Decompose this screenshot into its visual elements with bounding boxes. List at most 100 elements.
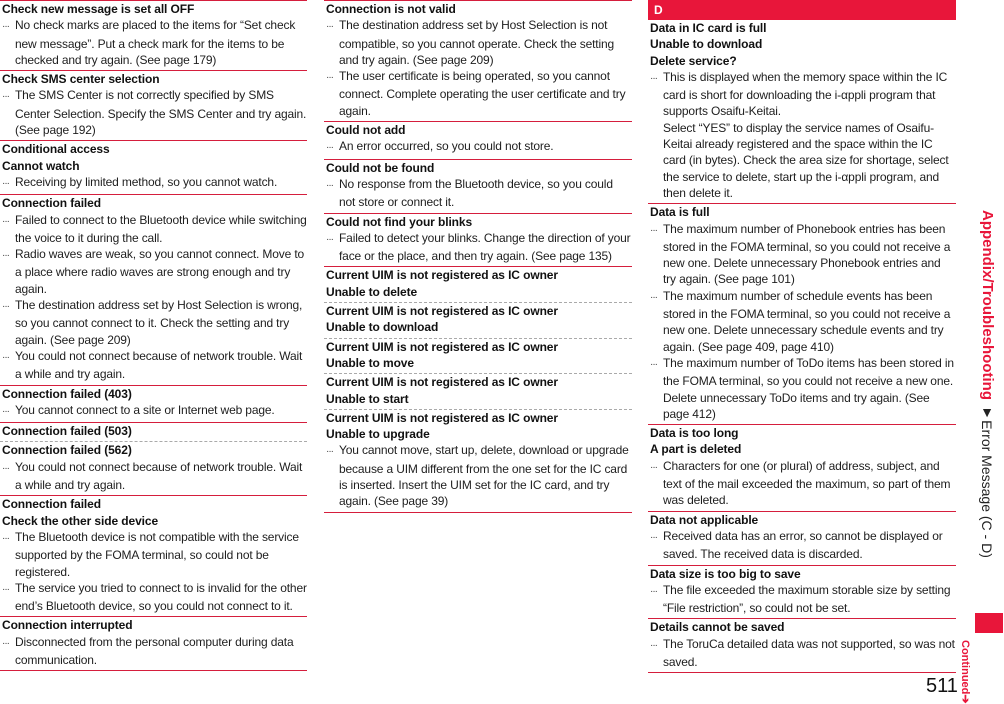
- error-message-title: Unable to upgrade: [326, 427, 430, 442]
- error-message-title: Current UIM is not registered as IC owne…: [326, 339, 558, 354]
- error-description: ··· An error occurred, so you could not s…: [326, 138, 632, 156]
- error-description: ··· The ToruCa detailed data was not supp…: [650, 636, 956, 671]
- description-text: The maximum number of ToDo items has bee…: [663, 355, 954, 421]
- error-entry: Connection is not valid ··· The destinatio…: [324, 0, 632, 123]
- error-message-title: Could not be found: [326, 160, 435, 175]
- ellipsis-bullet-icon: ···: [2, 637, 10, 649]
- error-message-title: Unable to delete: [326, 284, 418, 299]
- ellipsis-bullet-icon: ···: [2, 583, 10, 595]
- section-title: Appendix/Troubleshooting: [979, 210, 996, 400]
- description-text: You could not connect because of network…: [15, 459, 303, 493]
- error-entry: Current UIM is not registered as IC owne…: [324, 303, 632, 339]
- column-2: Connection is not valid ··· The destinatio…: [324, 0, 632, 513]
- error-entry: Connection failed (562) ··· You could not …: [0, 442, 307, 497]
- error-message-title: Connection failed: [2, 196, 101, 211]
- error-message-title: Conditional access: [2, 142, 110, 157]
- error-description: ··· This is displayed when the memory spa…: [650, 69, 956, 120]
- error-message-title: Could not find your blinks: [326, 214, 473, 229]
- description-text: Received data has an error, so cannot be…: [663, 528, 943, 562]
- error-description: ··· Characters for one (or plural) of add…: [650, 458, 956, 509]
- description-text: The maximum number of schedule events ha…: [663, 288, 951, 354]
- error-description: ··· The maximum number of Phonebook entri…: [650, 221, 956, 288]
- ellipsis-bullet-icon: ···: [2, 301, 10, 313]
- ellipsis-bullet-icon: ···: [2, 91, 10, 103]
- ellipsis-bullet-icon: ···: [650, 585, 658, 597]
- error-description: ··· The file exceeded the maximum storabl…: [650, 582, 956, 617]
- error-message-title: Check SMS center selection: [2, 72, 160, 87]
- error-entry: Check new message is set all OFF ··· No ch…: [0, 0, 307, 72]
- error-description: ··· You could not connect because of netw…: [2, 348, 307, 383]
- description-text: The file exceeded the maximum storable s…: [663, 582, 951, 616]
- description-text: Failed to connect to the Bluetooth devic…: [15, 212, 307, 245]
- description-text: Receiving by limited method, so you cann…: [15, 174, 278, 189]
- ellipsis-bullet-icon: ···: [326, 72, 334, 84]
- error-message-title: Could not add: [326, 123, 406, 138]
- ellipsis-bullet-icon: ···: [2, 177, 10, 189]
- error-entry: Connection interrupted ··· Disconnected fr…: [0, 617, 307, 672]
- error-entry: Data size is too big to save ··· The file …: [648, 566, 956, 620]
- error-message-title: Data in IC card is full: [650, 21, 767, 35]
- error-message-title: Current UIM is not registered as IC owne…: [326, 268, 558, 283]
- error-description: ··· You could not connect because of netw…: [2, 459, 307, 494]
- error-description: ··· Failed to connect to the Bluetooth de…: [2, 212, 307, 247]
- error-description: ··· Radio waves are weak, so you cannot c…: [2, 246, 307, 297]
- description-text: The service you tried to connect to is i…: [15, 580, 307, 614]
- error-description: ··· No response from the Bluetooth device…: [326, 176, 632, 211]
- error-message-title: Data size is too big to save: [650, 566, 801, 581]
- error-message-title: Current UIM is not registered as IC owne…: [326, 304, 558, 319]
- error-message-title: Connection is not valid: [326, 2, 456, 16]
- error-entry: Current UIM is not registered as IC owne…: [324, 339, 632, 375]
- error-description: ··· Disconnected from the personal comput…: [2, 634, 307, 669]
- ellipsis-bullet-icon: ···: [650, 358, 658, 370]
- description-text: No check marks are placed to the items f…: [15, 18, 296, 67]
- ellipsis-bullet-icon: ···: [2, 462, 10, 474]
- error-entry: Data is full ··· The maximum number of Pho…: [648, 204, 956, 426]
- error-message-title: Connection failed (503): [2, 424, 132, 439]
- ellipsis-bullet-icon: ···: [2, 532, 10, 544]
- error-description: ··· Received data has an error, so cannot…: [650, 528, 956, 563]
- column-3: D Data in IC card is full Unable to downl…: [648, 0, 956, 674]
- ellipsis-bullet-icon: ···: [650, 224, 658, 236]
- error-entry: Could not be found ··· No response from th…: [324, 160, 632, 214]
- error-description: ··· No check marks are placed to the item…: [2, 17, 307, 68]
- error-description: ··· Receiving by limited method, so you c…: [2, 174, 307, 192]
- error-description: ··· The service you tried to connect to i…: [2, 580, 307, 615]
- ellipsis-bullet-icon: ···: [2, 351, 10, 363]
- error-description: ··· The maximum number of schedule events…: [650, 288, 956, 355]
- ellipsis-bullet-icon: ···: [2, 21, 10, 33]
- error-message-title: Connection failed: [2, 497, 101, 512]
- error-entry: Data is too long A part is deleted ··· Char…: [648, 425, 956, 512]
- error-description: ··· The Bluetooth device is not compatibl…: [2, 529, 307, 580]
- error-message-title: Connection failed (403): [2, 386, 132, 401]
- error-message-title: Unable to download: [650, 37, 763, 52]
- description-text: The user certificate is being operated, …: [339, 69, 626, 118]
- error-entry: Check SMS center selection ··· The SMS Cen…: [0, 71, 307, 142]
- description-text: The maximum number of Phonebook entries …: [663, 221, 951, 287]
- error-entry: Current UIM is not registered as IC owne…: [324, 374, 632, 410]
- description-text: The Bluetooth device is not compatible w…: [15, 529, 299, 579]
- ellipsis-bullet-icon: ···: [650, 531, 658, 543]
- description-text: An error occurred, so you could not stor…: [339, 139, 554, 154]
- error-description: ··· The SMS Center is not correctly speci…: [2, 87, 307, 138]
- error-description-continued: Select “YES” to display the service name…: [663, 120, 949, 200]
- description-text: Radio waves are weak, so you cannot conn…: [15, 247, 305, 296]
- column-1: Check new message is set all OFF ··· No ch…: [0, 0, 307, 672]
- ellipsis-bullet-icon: ···: [650, 639, 658, 651]
- error-message-title: Data is full: [650, 205, 710, 220]
- ellipsis-bullet-icon: ···: [2, 250, 10, 262]
- ellipsis-bullet-icon: ···: [326, 446, 334, 458]
- ellipsis-bullet-icon: ···: [650, 461, 658, 473]
- description-text: Failed to detect your blinks. Change the…: [339, 230, 631, 264]
- continued-label: Continued➔: [959, 640, 971, 704]
- description-text: No response from the Bluetooth device, s…: [339, 176, 613, 210]
- error-message-title: Data not applicable: [650, 512, 759, 527]
- ellipsis-bullet-icon: ···: [326, 142, 334, 154]
- ellipsis-bullet-icon: ···: [326, 21, 334, 33]
- error-description: ··· You cannot connect to a site or Inter…: [2, 402, 307, 420]
- error-entry: Could not find your blinks ··· Failed to d…: [324, 214, 632, 268]
- ellipsis-bullet-icon: ···: [326, 233, 334, 245]
- error-entry: Conditional access Cannot watch ··· Receivi…: [0, 141, 307, 196]
- error-description: ··· The destination address set by Host S…: [326, 17, 632, 68]
- ellipsis-bullet-icon: ···: [650, 291, 658, 303]
- description-text: Characters for one (or plural) of addres…: [663, 458, 951, 508]
